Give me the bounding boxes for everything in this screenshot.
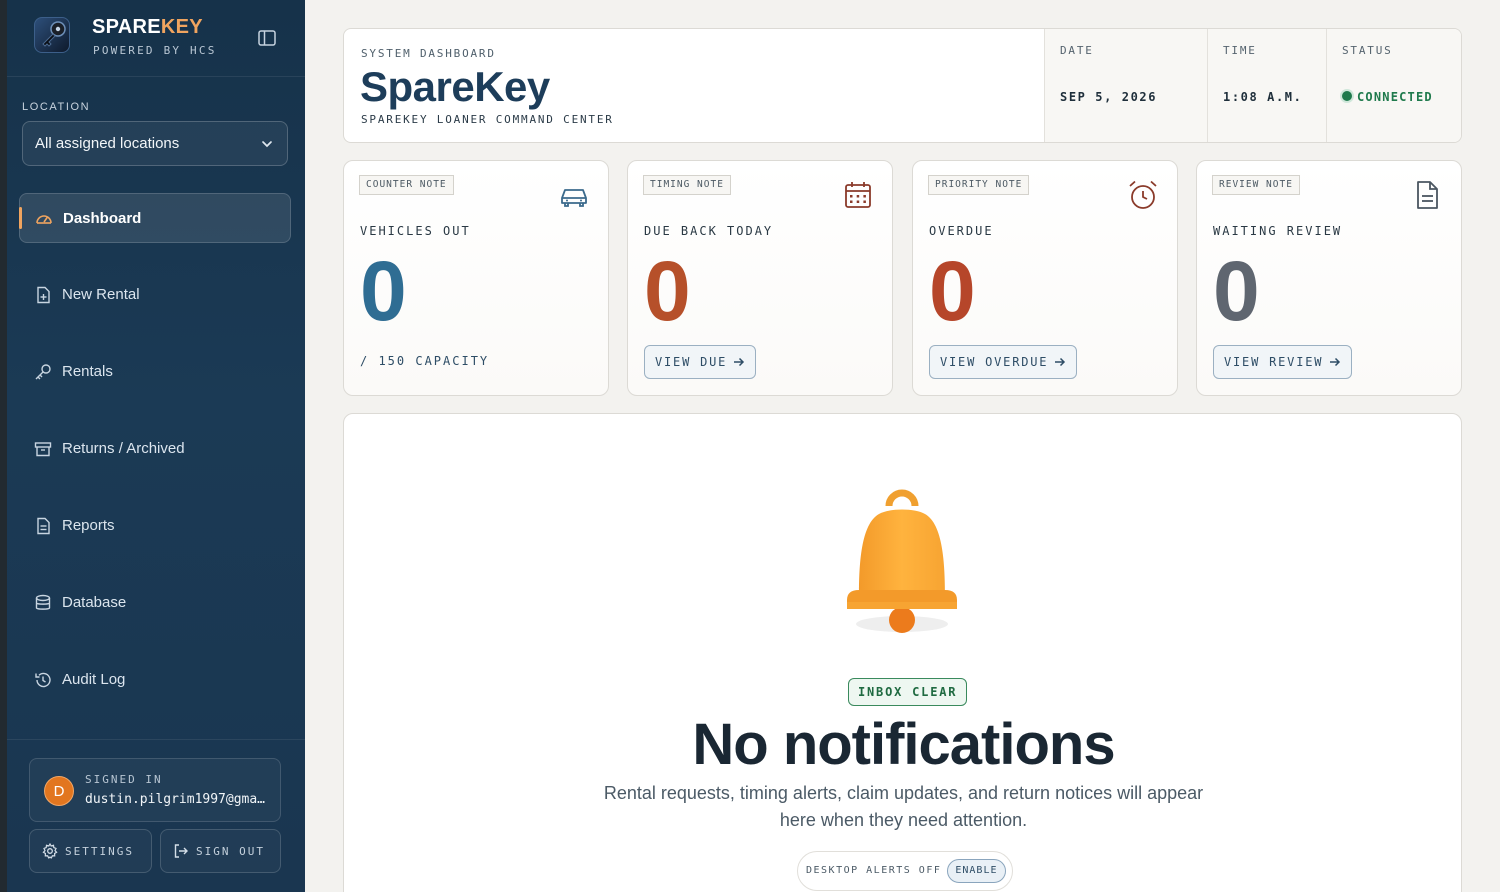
window-edge	[0, 0, 7, 892]
sidebar-item-label: Reports	[62, 517, 115, 534]
sidebar-item-returns-archived[interactable]: Returns / Archived	[19, 424, 291, 474]
document-icon	[1417, 181, 1438, 209]
bell-icon	[847, 489, 957, 633]
sidebar: SPAREKEY POWERED BY HCS LOCATION All ass…	[7, 0, 305, 892]
arrow-right-icon	[1330, 357, 1341, 367]
time-cell: TIME 1:08 A.M.	[1207, 29, 1326, 142]
sidebar-item-database[interactable]: Database	[19, 578, 291, 628]
date-label: DATE	[1060, 44, 1094, 57]
card-caption: / 150 CAPACITY	[360, 354, 490, 368]
header-eyebrow: SYSTEM DASHBOARD	[361, 47, 496, 60]
history-icon	[35, 672, 51, 688]
sidebar-item-label: Database	[62, 594, 127, 611]
gear-icon	[42, 843, 58, 859]
button-label: VIEW REVIEW	[1224, 355, 1324, 369]
log-out-icon	[174, 844, 188, 858]
file-plus-icon	[37, 286, 50, 304]
stat-card-overdue: PRIORITY NOTE OVERDUE 0 VIEW OVERDUE	[912, 160, 1178, 396]
card-label: VEHICLES OUT	[360, 224, 471, 238]
brand-tagline: POWERED BY HCS	[93, 44, 217, 57]
stat-card-vehicles-out: COUNTER NOTE VEHICLES OUT 0 / 150 CAPACI…	[343, 160, 609, 396]
sidebar-item-label: Returns / Archived	[62, 440, 185, 457]
card-tag: COUNTER NOTE	[359, 175, 454, 195]
notifications-panel: INBOX CLEAR No notifications Rental requ…	[343, 413, 1462, 892]
card-tag: PRIORITY NOTE	[928, 175, 1030, 195]
sign-out-label: SIGN OUT	[196, 845, 265, 858]
time-value: 1:08 A.M.	[1223, 90, 1303, 104]
date-value: SEP 5, 2026	[1060, 90, 1158, 104]
sidebar-item-label: Dashboard	[63, 210, 142, 227]
status-value: CONNECTED	[1357, 90, 1433, 104]
app-logo	[34, 17, 70, 53]
empty-state-description: Rental requests, timing alerts, claim up…	[603, 783, 1204, 830]
location-label: LOCATION	[22, 101, 91, 113]
calendar-icon	[845, 182, 871, 208]
brand-name: SPAREKEY	[92, 16, 203, 39]
card-value: 0	[644, 244, 691, 338]
user-email: dustin.pilgrim1997@gma…	[85, 792, 266, 807]
card-label: DUE BACK TODAY	[644, 224, 774, 238]
brand-name-spare: SPARE	[92, 16, 161, 38]
car-icon	[561, 189, 587, 207]
button-label: VIEW DUE	[655, 355, 728, 369]
location-select-value: All assigned locations	[35, 135, 180, 152]
view-overdue-button[interactable]: VIEW OVERDUE	[929, 345, 1078, 379]
brand-name-key: KEY	[160, 16, 203, 38]
sidebar-item-reports[interactable]: Reports	[19, 501, 291, 551]
status-label: STATUS	[1342, 44, 1393, 57]
card-tag: REVIEW NOTE	[1212, 175, 1300, 195]
sidebar-footer: D SIGNED IN dustin.pilgrim1997@gma… SETT…	[7, 739, 305, 892]
file-text-icon	[37, 517, 50, 535]
inbox-clear-badge: INBOX CLEAR	[848, 678, 968, 706]
stat-card-waiting-review: REVIEW NOTE WAITING REVIEW 0 VIEW REVIEW	[1196, 160, 1462, 396]
key-icon	[35, 364, 51, 380]
user-card: D SIGNED IN dustin.pilgrim1997@gma…	[29, 758, 281, 822]
settings-label: SETTINGS	[65, 845, 134, 858]
desktop-alerts-status: DESKTOP ALERTS OFF	[806, 865, 942, 876]
avatar: D	[44, 776, 74, 806]
card-label: OVERDUE	[929, 224, 994, 238]
desktop-alerts-control: DESKTOP ALERTS OFF ENABLE	[797, 851, 1013, 891]
enable-alerts-button[interactable]: ENABLE	[947, 859, 1006, 883]
stat-card-due-back-today: TIMING NOTE DUE BACK TODAY 0 VIEW DUE	[627, 160, 893, 396]
header-subtitle: SPAREKEY LOANER COMMAND CENTER	[361, 113, 614, 126]
arrow-right-icon	[734, 357, 745, 367]
sidebar-item-audit-log[interactable]: Audit Log	[19, 655, 291, 705]
signed-in-label: SIGNED IN	[85, 773, 163, 786]
gauge-icon	[36, 215, 52, 224]
chevron-down-icon	[262, 141, 272, 148]
status-dot-icon	[1342, 91, 1352, 101]
button-label: VIEW OVERDUE	[940, 355, 1049, 369]
status-cell: STATUS CONNECTED	[1326, 29, 1461, 142]
sign-out-button[interactable]: SIGN OUT	[160, 829, 281, 873]
empty-state-title: No notifications	[692, 712, 1115, 777]
card-value: 0	[1213, 244, 1260, 338]
page-title: SpareKey	[360, 63, 550, 110]
card-tag: TIMING NOTE	[643, 175, 731, 195]
brand-header: SPAREKEY POWERED BY HCS	[7, 0, 305, 77]
sidebar-item-label: Audit Log	[62, 671, 126, 688]
dashboard-header: SYSTEM DASHBOARD SpareKey SPAREKEY LOANE…	[343, 28, 1462, 143]
card-value: 0	[360, 244, 407, 338]
sidebar-item-dashboard[interactable]: Dashboard	[19, 193, 291, 243]
view-due-button[interactable]: VIEW DUE	[644, 345, 757, 379]
time-label: TIME	[1223, 44, 1257, 57]
card-label: WAITING REVIEW	[1213, 224, 1343, 238]
card-value: 0	[929, 244, 976, 338]
archive-icon	[34, 442, 52, 457]
sidebar-toggle-icon[interactable]	[257, 29, 277, 47]
alarm-clock-icon	[1129, 180, 1157, 209]
database-icon	[35, 594, 51, 610]
sidebar-item-rentals[interactable]: Rentals	[19, 347, 291, 397]
location-select[interactable]: All assigned locations	[22, 121, 288, 166]
sidebar-item-new-rental[interactable]: New Rental	[19, 270, 291, 320]
settings-button[interactable]: SETTINGS	[29, 829, 152, 873]
sidebar-item-label: New Rental	[62, 286, 140, 303]
view-review-button[interactable]: VIEW REVIEW	[1213, 345, 1353, 379]
arrow-right-icon	[1055, 357, 1066, 367]
sidebar-item-label: Rentals	[62, 363, 113, 380]
date-cell: DATE SEP 5, 2026	[1044, 29, 1207, 142]
